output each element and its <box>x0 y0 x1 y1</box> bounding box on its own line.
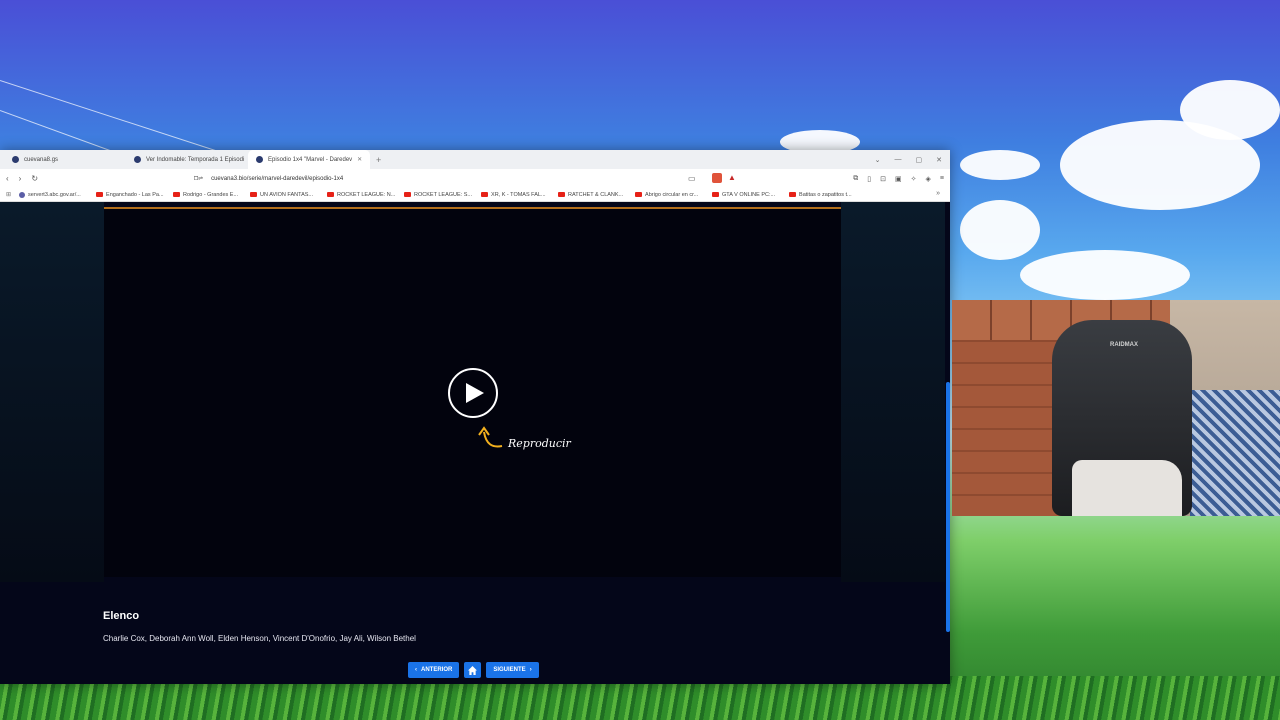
screenshot-icon[interactable]: ⊡ <box>880 175 886 183</box>
minimize-icon[interactable]: — <box>895 156 902 163</box>
cloud <box>960 150 1040 180</box>
youtube-icon <box>558 192 566 197</box>
cast-heading: Elenco <box>103 610 140 622</box>
bookmark-item[interactable]: UN AVION FANTAS... <box>250 192 327 198</box>
cast-icon[interactable]: ▭ <box>688 174 696 183</box>
bookmark-item[interactable]: Abrigo circular en cr... <box>635 192 712 198</box>
vpn-icon[interactable]: ◈ <box>926 175 931 183</box>
reload-icon[interactable]: ↻ <box>31 174 38 183</box>
bookmark-item[interactable]: ROCKET LEAGUE: N... <box>327 192 404 198</box>
player-top-border <box>104 207 841 209</box>
youtube-icon <box>712 192 720 197</box>
next-episode-button[interactable]: SIGUIENTE › <box>486 662 539 678</box>
site-favicon-icon <box>12 156 19 163</box>
tab-title: Ver Indomable: Temporada 1 Episodi <box>146 156 245 163</box>
bookmark-item[interactable]: Batitas o zapatitos t... <box>789 192 866 198</box>
leo-icon[interactable]: ✧ <box>911 175 917 183</box>
browser-window: cuevana8.gs Ver Indomable: Temporada 1 E… <box>0 150 950 684</box>
url-text: cuevana3.bio/serie/marvel-daredevil/epis… <box>211 175 344 182</box>
tab-title: cuevana8.gs <box>24 156 59 163</box>
play-button[interactable] <box>448 368 498 418</box>
globe-icon <box>19 191 26 198</box>
maximize-icon[interactable]: ▢ <box>916 156 923 164</box>
bookmark-icon[interactable]: ⌑ <box>194 174 198 183</box>
chevron-left-icon: ‹ <box>415 667 417 673</box>
youtube-icon <box>173 192 181 197</box>
site-info-icon[interactable]: ⇌ <box>198 175 203 182</box>
tab-title: Episodio 1x4 "Marvel - Daredev <box>268 156 353 163</box>
bookmark-item[interactable]: Rodrigo - Grandes E... <box>173 192 250 198</box>
play-hint-text: Reproducir <box>508 437 571 450</box>
play-icon <box>466 383 484 403</box>
close-tab-icon[interactable]: ✕ <box>357 156 362 163</box>
bookmark-item[interactable]: servert3.abc.gov.ar/... <box>19 191 96 198</box>
curved-arrow-icon <box>478 426 503 448</box>
youtube-icon <box>404 192 412 197</box>
apps-grid-icon[interactable]: ⊞ <box>6 191 11 198</box>
bookmark-item[interactable]: GTA V ONLINE PC:... <box>712 192 789 198</box>
backdrop-left <box>0 202 104 582</box>
site-favicon-icon <box>256 156 263 163</box>
cloud <box>1020 250 1190 300</box>
cloud <box>1180 80 1280 140</box>
home-icon <box>468 665 478 675</box>
brave-shield-icon[interactable] <box>712 173 722 183</box>
bookmarks-bar: ⊞ servert3.abc.gov.ar/... Enganchado - L… <box>0 188 950 202</box>
close-window-icon[interactable]: ✕ <box>936 156 942 164</box>
tab-daredevil[interactable]: Episodio 1x4 "Marvel - Daredev ✕ <box>248 150 370 169</box>
backdrop-right <box>841 202 945 582</box>
tab-bar: cuevana8.gs Ver Indomable: Temporada 1 E… <box>0 150 950 169</box>
page-scrollbar[interactable] <box>946 382 950 632</box>
extensions-icon[interactable]: ⧉ <box>853 175 858 183</box>
youtube-icon <box>481 192 489 197</box>
cast-list: Charlie Cox, Deborah Ann Woll, Elden Hen… <box>103 634 416 643</box>
browser-toolbar: ‹ › ↻ ⌑ ⇌ cuevana3.bio/serie/marvel-dare… <box>0 169 950 188</box>
bed-blanket <box>1190 390 1280 516</box>
forward-icon[interactable]: › <box>19 174 22 183</box>
youtube-icon <box>327 192 335 197</box>
bookmark-item[interactable]: ROCKET LEAGUE: S... <box>404 192 481 198</box>
more-bookmarks-icon[interactable]: » <box>936 190 940 197</box>
toolbar-actions: ⧉ ▯ ⊡ ▣ ✧ ◈ ≡ <box>853 169 944 188</box>
bookmark-item[interactable]: XR, K - TOMAS FAL... <box>481 192 558 198</box>
home-button[interactable] <box>464 662 482 678</box>
youtube-icon <box>635 192 643 197</box>
cloth <box>1072 460 1182 516</box>
page-viewport: Reproducir Elenco Charlie Cox, Deborah A… <box>0 202 950 684</box>
cloud <box>960 200 1040 260</box>
tab-cuevana[interactable]: cuevana8.gs <box>4 150 126 169</box>
address-bar[interactable]: ⇌ cuevana3.bio/serie/marvel-daredevil/ep… <box>198 175 344 183</box>
rewards-icon[interactable]: ▲ <box>728 173 736 182</box>
youtube-icon <box>250 192 258 197</box>
site-favicon-icon <box>134 156 141 163</box>
previous-episode-button[interactable]: ‹ ANTERIOR <box>408 662 460 678</box>
tab-indomable[interactable]: Ver Indomable: Temporada 1 Episodi <box>126 150 248 169</box>
new-tab-icon[interactable]: + <box>370 155 387 165</box>
window-controls: ⌄ — ▢ ✕ <box>875 150 942 169</box>
webcam-overlay: RAIDMAX <box>952 300 1280 516</box>
menu-icon[interactable]: ≡ <box>940 175 944 182</box>
chevron-right-icon: › <box>529 667 532 673</box>
play-hint: Reproducir <box>478 426 571 450</box>
youtube-icon <box>96 192 104 197</box>
dropdown-icon[interactable]: ⌄ <box>875 156 881 164</box>
episode-navigation: ‹ ANTERIOR SIGUIENTE › <box>408 662 539 678</box>
wallet-icon[interactable]: ▣ <box>895 175 902 183</box>
sidebar-icon[interactable]: ▯ <box>867 175 871 183</box>
bookmark-item[interactable]: RATCHET & CLANK... <box>558 192 635 198</box>
back-icon[interactable]: ‹ <box>6 174 9 183</box>
youtube-icon <box>789 192 797 197</box>
chair-brand-logo: RAIDMAX <box>1110 342 1138 348</box>
bookmark-item[interactable]: Enganchado - Las Pa... <box>96 192 173 198</box>
